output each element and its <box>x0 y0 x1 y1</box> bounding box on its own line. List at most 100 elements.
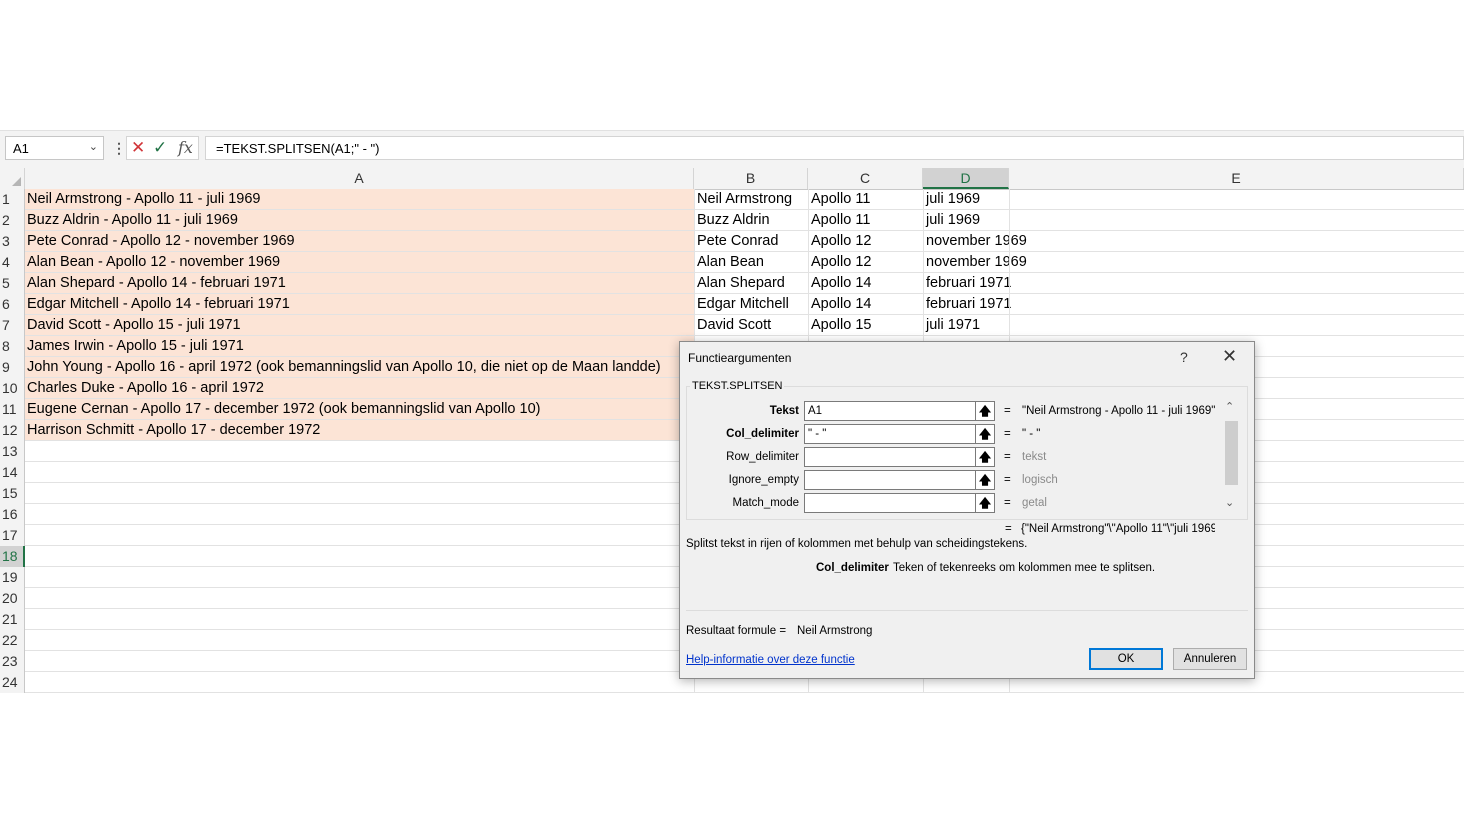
row-header[interactable]: 21 <box>0 609 25 630</box>
row-header[interactable]: 9 <box>0 357 25 378</box>
cell-b[interactable]: Edgar Mitchell <box>694 294 808 314</box>
formula-input[interactable]: =TEKST.SPLITSEN(A1;" - ") <box>205 136 1464 160</box>
cell-d[interactable]: juli 1969 <box>923 189 1009 209</box>
row-header[interactable]: 24 <box>0 672 25 693</box>
cell-e[interactable] <box>1009 210 1464 230</box>
cell-a[interactable]: Harrison Schmitt - Apollo 17 - december … <box>25 420 694 440</box>
argument-input[interactable] <box>804 493 977 513</box>
cell-c[interactable]: Apollo 12 <box>808 231 923 251</box>
help-icon[interactable]: ? <box>1180 349 1188 365</box>
cell-d[interactable]: februari 1971 <box>923 273 1011 293</box>
row-header[interactable]: 17 <box>0 525 25 546</box>
cell-b[interactable]: Neil Armstrong <box>694 189 808 209</box>
column-header-e[interactable]: E <box>1009 168 1464 189</box>
cell-a[interactable]: David Scott - Apollo 15 - juli 1971 <box>25 315 694 335</box>
column-header-b[interactable]: B <box>694 168 808 189</box>
row-header[interactable]: 6 <box>0 294 25 315</box>
cell-c[interactable]: Apollo 11 <box>808 189 923 209</box>
chevron-down-icon[interactable]: ⌄ <box>89 140 98 153</box>
collapse-dialog-icon[interactable]: 🡅 <box>975 447 995 467</box>
cell-d[interactable]: juli 1969 <box>923 210 1009 230</box>
row-header[interactable]: 23 <box>0 651 25 672</box>
cell-a[interactable] <box>25 588 694 608</box>
argument-input[interactable]: A1 <box>804 401 977 421</box>
cell-b[interactable]: Alan Bean <box>694 252 808 272</box>
cell-a[interactable]: Charles Duke - Apollo 16 - april 1972 <box>25 378 694 398</box>
row-header[interactable]: 1 <box>0 189 25 210</box>
help-link[interactable]: Help-informatie over deze functie <box>686 654 855 666</box>
cell-b[interactable]: Buzz Aldrin <box>694 210 808 230</box>
scroll-up-icon[interactable]: ⌃ <box>1225 400 1234 413</box>
cell-d[interactable]: november 1969 <box>923 231 1027 251</box>
cell-a[interactable]: Eugene Cernan - Apollo 17 - december 197… <box>25 399 694 419</box>
cell-c[interactable]: Apollo 12 <box>808 252 923 272</box>
row-header[interactable]: 20 <box>0 588 25 609</box>
arguments-scrollbar[interactable]: ⌃ ⌄ <box>1223 400 1239 511</box>
scroll-down-icon[interactable]: ⌄ <box>1225 496 1234 509</box>
cell-b[interactable]: Pete Conrad <box>694 231 808 251</box>
row-header[interactable]: 16 <box>0 504 25 525</box>
row-header[interactable]: 12 <box>0 420 25 441</box>
ok-button[interactable]: OK <box>1089 648 1163 670</box>
row-header[interactable]: 2 <box>0 210 25 231</box>
cell-a[interactable] <box>25 525 694 545</box>
cell-a[interactable] <box>25 609 694 629</box>
row-header[interactable]: 5 <box>0 273 25 294</box>
cell-a[interactable]: Edgar Mitchell - Apollo 14 - februari 19… <box>25 294 694 314</box>
cell-a[interactable] <box>25 483 694 503</box>
cell-a[interactable]: Neil Armstrong - Apollo 11 - juli 1969 <box>25 189 694 209</box>
cell-d[interactable]: november 1969 <box>923 252 1027 272</box>
cell-a[interactable] <box>25 630 694 650</box>
row-header[interactable]: 11 <box>0 399 25 420</box>
name-box[interactable]: A1 ⌄ <box>5 136 104 160</box>
cell-a[interactable]: John Young - Apollo 16 - april 1972 (ook… <box>25 357 694 377</box>
row-header[interactable]: 7 <box>0 315 25 336</box>
insert-function-icon[interactable]: fx <box>178 138 193 157</box>
cell-b[interactable]: Alan Shepard <box>694 273 808 293</box>
cell-a[interactable] <box>25 504 694 524</box>
cell-c[interactable]: Apollo 11 <box>808 210 923 230</box>
cell-a[interactable] <box>25 546 694 566</box>
row-header[interactable]: 8 <box>0 336 25 357</box>
scrollbar-thumb[interactable] <box>1225 421 1238 485</box>
cell-c[interactable]: Apollo 14 <box>808 273 923 293</box>
cell-a[interactable] <box>25 672 694 692</box>
collapse-dialog-icon[interactable]: 🡅 <box>975 493 995 513</box>
cell-a[interactable]: Alan Shepard - Apollo 14 - februari 1971 <box>25 273 694 293</box>
row-header[interactable]: 3 <box>0 231 25 252</box>
cell-e[interactable] <box>1009 252 1464 272</box>
collapse-dialog-icon[interactable]: 🡅 <box>975 401 995 421</box>
cell-a[interactable] <box>25 441 694 461</box>
cell-e[interactable] <box>1009 273 1464 293</box>
cancel-button[interactable]: Annuleren <box>1173 648 1247 670</box>
argument-input[interactable] <box>804 470 977 490</box>
select-all-button[interactable] <box>0 168 25 189</box>
row-header[interactable]: 19 <box>0 567 25 588</box>
more-options-icon[interactable]: ⋮ <box>112 140 126 157</box>
cell-d[interactable]: juli 1971 <box>923 315 1009 335</box>
cancel-icon[interactable]: ✕ <box>131 138 145 158</box>
cell-c[interactable]: Apollo 15 <box>808 315 923 335</box>
row-header[interactable]: 22 <box>0 630 25 651</box>
column-header-a[interactable]: A <box>25 168 694 189</box>
cell-a[interactable]: Pete Conrad - Apollo 12 - november 1969 <box>25 231 694 251</box>
column-header-d[interactable]: D <box>923 168 1009 189</box>
cell-e[interactable] <box>1009 315 1464 335</box>
row-header[interactable]: 18 <box>0 546 25 567</box>
cell-a[interactable] <box>25 651 694 671</box>
column-header-c[interactable]: C <box>808 168 923 189</box>
argument-input[interactable]: " - " <box>804 424 977 444</box>
cell-c[interactable]: Apollo 14 <box>808 294 923 314</box>
cell-e[interactable] <box>1009 294 1464 314</box>
cell-a[interactable] <box>25 567 694 587</box>
argument-input[interactable] <box>804 447 977 467</box>
enter-icon[interactable]: ✓ <box>153 138 167 158</box>
close-icon[interactable]: ✕ <box>1222 346 1237 367</box>
collapse-dialog-icon[interactable]: 🡅 <box>975 470 995 490</box>
cell-a[interactable] <box>25 462 694 482</box>
row-header[interactable]: 13 <box>0 441 25 462</box>
row-header[interactable]: 15 <box>0 483 25 504</box>
row-header[interactable]: 14 <box>0 462 25 483</box>
cell-b[interactable]: David Scott <box>694 315 808 335</box>
collapse-dialog-icon[interactable]: 🡅 <box>975 424 995 444</box>
